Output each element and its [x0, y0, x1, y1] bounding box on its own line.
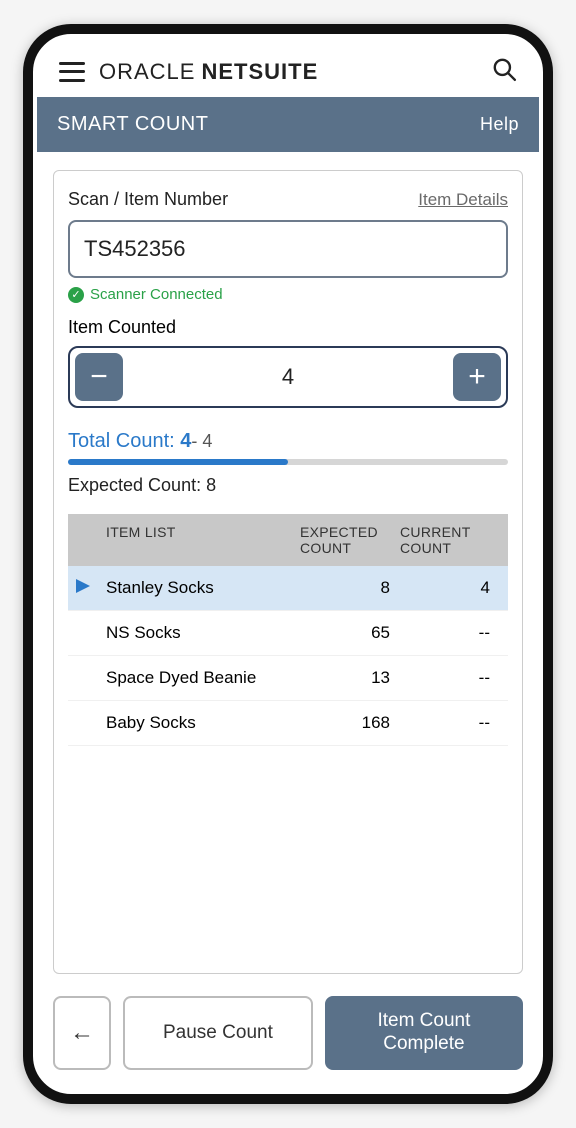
screen: ORACLE NETSUITE SMART COUNT Help Scan / … [37, 38, 539, 1090]
back-button[interactable]: ← [53, 996, 111, 1070]
table-row[interactable]: Space Dyed Beanie13-- [68, 656, 508, 701]
expected-value: 8 [206, 475, 216, 495]
current-cell: 4 [400, 578, 500, 598]
item-name: Space Dyed Beanie [106, 668, 300, 688]
expected-label: Expected Count: [68, 475, 201, 495]
quantity-stepper: − 4 + [68, 346, 508, 408]
col-item: ITEM LIST [106, 524, 300, 556]
table-row[interactable]: Baby Socks168-- [68, 701, 508, 746]
count-difference: - 4 [191, 431, 212, 452]
expected-count: Expected Count: 8 [68, 475, 508, 496]
table-row[interactable]: Stanley Socks84 [68, 566, 508, 611]
table-header: ITEM LIST EXPECTED COUNT CURRENT COUNT [68, 514, 508, 566]
increment-button[interactable]: + [453, 353, 501, 401]
menu-icon[interactable] [59, 62, 85, 82]
brand-logo: ORACLE NETSUITE [99, 59, 318, 85]
item-name: Stanley Socks [106, 578, 300, 598]
page-title: SMART COUNT [57, 113, 208, 136]
search-icon[interactable] [491, 56, 517, 87]
help-link[interactable]: Help [480, 114, 519, 135]
scan-label: Scan / Item Number [68, 189, 418, 210]
item-counted-label: Item Counted [68, 317, 508, 338]
col-expected: EXPECTED COUNT [300, 524, 400, 556]
decrement-button[interactable]: − [75, 353, 123, 401]
item-table: ITEM LIST EXPECTED COUNT CURRENT COUNT S… [68, 514, 508, 746]
expected-cell: 13 [300, 668, 400, 688]
current-cell: -- [400, 713, 500, 733]
scanner-status-text: Scanner Connected [90, 286, 223, 303]
scanner-status: ✓ Scanner Connected [68, 286, 508, 303]
expected-cell: 8 [300, 578, 400, 598]
progress-bar [68, 459, 508, 465]
brand-word-2: NETSUITE [201, 59, 318, 85]
expected-cell: 168 [300, 713, 400, 733]
item-details-link[interactable]: Item Details [418, 190, 508, 210]
table-row[interactable]: NS Socks65-- [68, 611, 508, 656]
total-count-value: 4 [180, 430, 191, 452]
progress-fill [68, 459, 288, 465]
main-card: Scan / Item Number Item Details ✓ Scanne… [53, 170, 523, 974]
count-value[interactable]: 4 [123, 364, 453, 390]
brand-word-1: ORACLE [99, 59, 195, 85]
item-name: Baby Socks [106, 713, 300, 733]
page-header: SMART COUNT Help [37, 97, 539, 152]
pause-count-button[interactable]: Pause Count [123, 996, 313, 1070]
col-current: CURRENT COUNT [400, 524, 500, 556]
table-body: Stanley Socks84NS Socks65--Space Dyed Be… [68, 566, 508, 746]
play-icon [76, 578, 106, 598]
current-cell: -- [400, 668, 500, 688]
item-name: NS Socks [106, 623, 300, 643]
item-count-complete-button[interactable]: Item Count Complete [325, 996, 523, 1070]
check-icon: ✓ [68, 287, 84, 303]
current-cell: -- [400, 623, 500, 643]
expected-cell: 65 [300, 623, 400, 643]
footer-actions: ← Pause Count Item Count Complete [37, 982, 539, 1090]
arrow-left-icon: ← [70, 1019, 94, 1047]
item-number-input[interactable] [68, 220, 508, 278]
total-count-label: Total Count: [68, 430, 175, 452]
totals-row: Total Count: 4 - 4 [68, 430, 508, 453]
topbar: ORACLE NETSUITE [37, 38, 539, 97]
phone-frame: ORACLE NETSUITE SMART COUNT Help Scan / … [23, 24, 553, 1104]
